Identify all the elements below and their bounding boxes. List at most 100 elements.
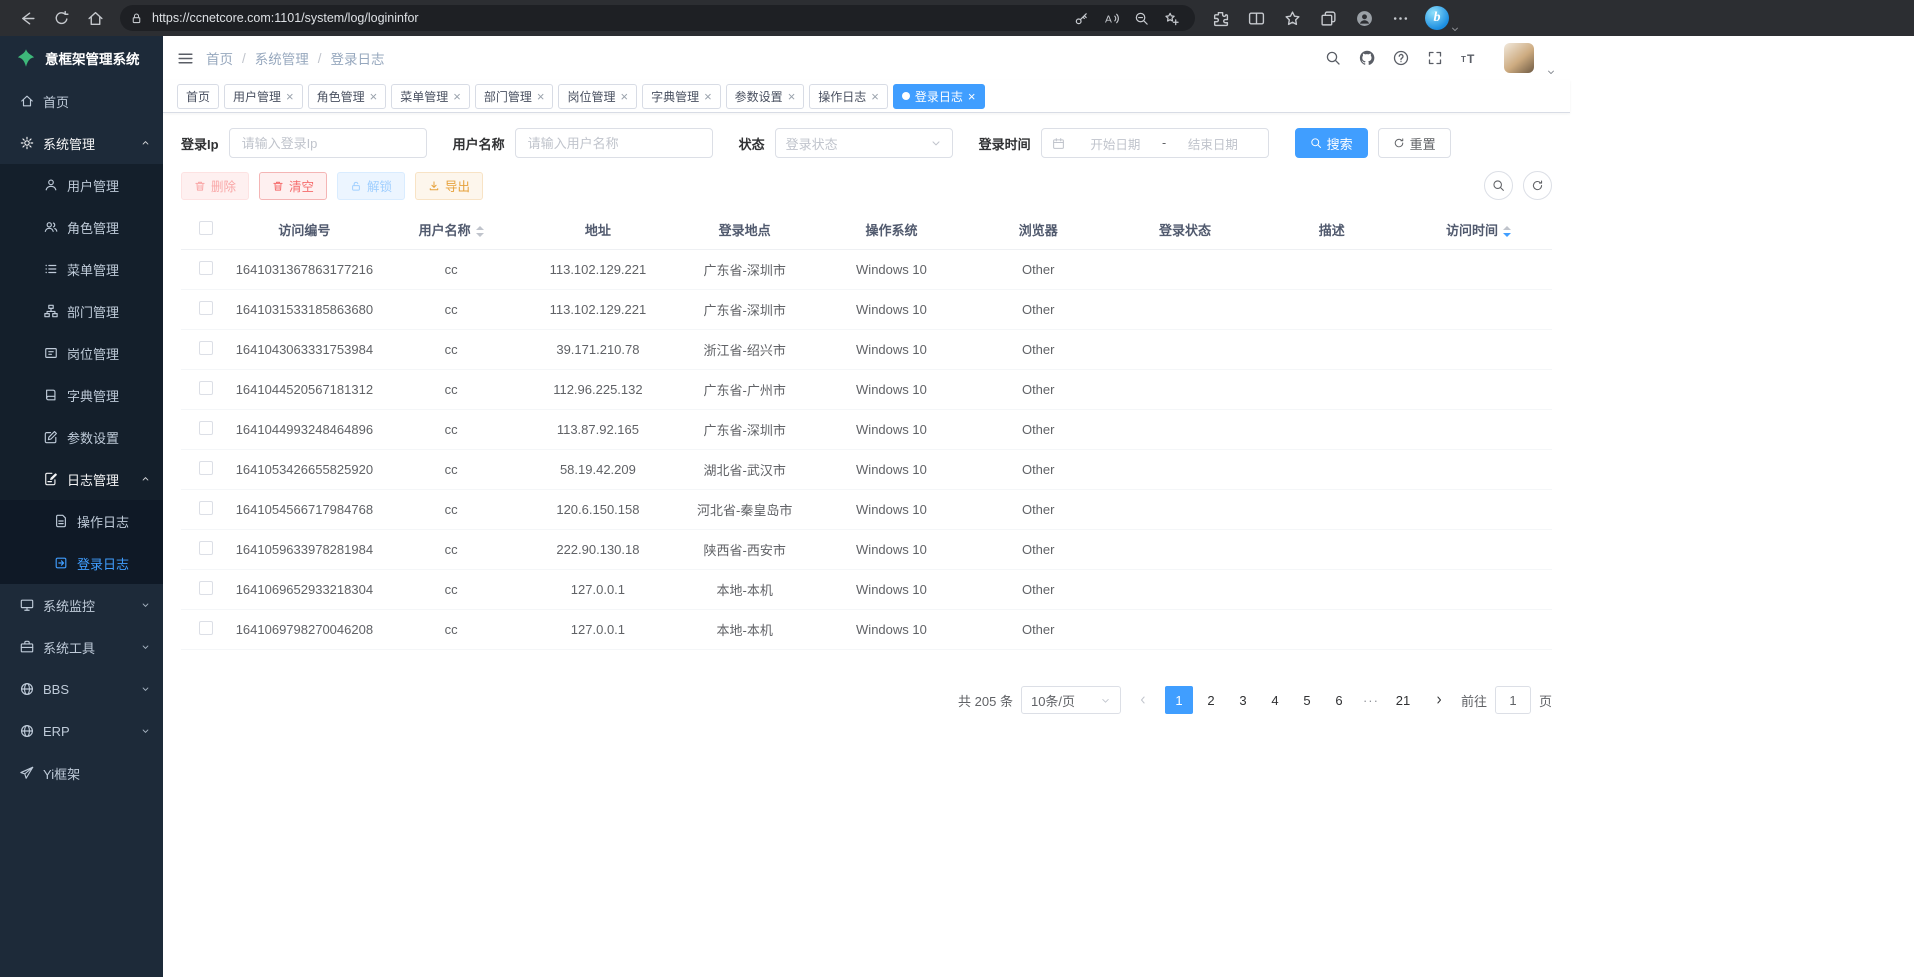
sidebar-item-log-management[interactable]: 日志管理 <box>0 458 163 500</box>
end-date-placeholder[interactable]: 结束日期 <box>1168 134 1257 153</box>
sort-icon[interactable] <box>476 226 484 237</box>
unlock-button[interactable]: 解锁 <box>337 172 405 200</box>
table-row[interactable]: 1641043063331753984cc39.171.210.78浙江省-绍兴… <box>181 330 1552 370</box>
row-checkbox[interactable] <box>199 581 213 595</box>
close-tab-icon[interactable]: × <box>620 90 628 103</box>
page-button-21[interactable]: 21 <box>1389 686 1417 714</box>
sidebar-item-bbs[interactable]: BBS <box>0 668 163 710</box>
prev-page-button[interactable] <box>1129 686 1157 714</box>
sidebar-item-post-management[interactable]: 岗位管理 <box>0 332 163 374</box>
tab-param-settings[interactable]: 参数设置× <box>726 84 805 109</box>
page-button-4[interactable]: 4 <box>1261 686 1289 714</box>
sidebar-item-user-management[interactable]: 用户管理 <box>0 164 163 206</box>
site-lock-icon[interactable] <box>130 12 143 25</box>
row-checkbox[interactable] <box>199 541 213 555</box>
page-button-3[interactable]: 3 <box>1229 686 1257 714</box>
close-tab-icon[interactable]: × <box>286 90 294 103</box>
page-size-select[interactable]: 10条/页 <box>1021 686 1121 714</box>
address-bar[interactable]: https://ccnetcore.com:1101/system/log/lo… <box>120 5 1195 31</box>
goto-page-input[interactable] <box>1495 686 1531 714</box>
hamburger-icon[interactable] <box>177 50 194 67</box>
delete-button[interactable]: 删除 <box>181 172 249 200</box>
breadcrumb-item-home[interactable]: 首页 <box>206 48 233 68</box>
login-ip-input[interactable] <box>229 128 427 158</box>
clear-button[interactable]: 清空 <box>259 172 327 200</box>
font-size-button[interactable]: TT <box>1454 43 1484 73</box>
extensions-button[interactable] <box>1203 3 1237 33</box>
row-checkbox[interactable] <box>199 261 213 275</box>
read-aloud-button[interactable]: A <box>1097 6 1125 30</box>
sidebar-item-param-settings[interactable]: 参数设置 <box>0 416 163 458</box>
table-row[interactable]: 1641054566717984768cc120.6.150.158河北省-秦皇… <box>181 490 1552 530</box>
refresh-table-button[interactable] <box>1523 171 1552 200</box>
search-button[interactable]: 搜索 <box>1295 128 1368 158</box>
zoom-out-button[interactable] <box>1127 6 1155 30</box>
sidebar-item-erp[interactable]: ERP <box>0 710 163 752</box>
table-row[interactable]: 1641044520567181312cc112.96.225.132广东省-广… <box>181 370 1552 410</box>
user-avatar[interactable] <box>1504 43 1534 73</box>
sidebar-item-system-management[interactable]: 系统管理 <box>0 122 163 164</box>
row-checkbox[interactable] <box>199 421 213 435</box>
tab-role-management[interactable]: 角色管理× <box>308 84 387 109</box>
table-row[interactable]: 1641059633978281984cc222.90.130.18陕西省-西安… <box>181 530 1552 570</box>
browser-profile-button[interactable] <box>1347 3 1381 33</box>
tab-user-management[interactable]: 用户管理× <box>224 84 303 109</box>
close-tab-icon[interactable]: × <box>453 90 461 103</box>
row-checkbox[interactable] <box>199 621 213 635</box>
close-tab-icon[interactable]: × <box>788 90 796 103</box>
tab-dept-management[interactable]: 部门管理× <box>475 84 554 109</box>
tab-home[interactable]: 首页 <box>177 84 219 109</box>
table-row[interactable]: 1641031367863177216cc113.102.129.221广东省-… <box>181 250 1552 290</box>
sidebar-item-dict-management[interactable]: 字典管理 <box>0 374 163 416</box>
fullscreen-button[interactable] <box>1420 43 1450 73</box>
key-button[interactable] <box>1067 6 1095 30</box>
sidebar-item-login-log[interactable]: 登录日志 <box>0 542 163 584</box>
tab-operation-log[interactable]: 操作日志× <box>809 84 888 109</box>
close-tab-icon[interactable]: × <box>370 90 378 103</box>
sidebar-item-operation-log[interactable]: 操作日志 <box>0 500 163 542</box>
next-page-button[interactable] <box>1425 686 1453 714</box>
page-button-5[interactable]: 5 <box>1293 686 1321 714</box>
sidebar-item-yi-framework[interactable]: Yi框架 <box>0 752 163 794</box>
github-button[interactable] <box>1352 43 1382 73</box>
tab-post-management[interactable]: 岗位管理× <box>558 84 637 109</box>
table-row[interactable]: 1641069652933218304cc127.0.0.1本地-本机Windo… <box>181 570 1552 610</box>
close-tab-icon[interactable]: × <box>871 90 879 103</box>
back-button[interactable] <box>10 3 44 33</box>
collections-button[interactable] <box>1311 3 1345 33</box>
close-tab-icon[interactable]: × <box>704 90 712 103</box>
login-time-range-picker[interactable]: 开始日期 - 结束日期 <box>1041 128 1269 158</box>
page-button-2[interactable]: 2 <box>1197 686 1225 714</box>
sidebar-item-role-management[interactable]: 角色管理 <box>0 206 163 248</box>
home-button[interactable] <box>78 3 112 33</box>
favorites-button[interactable] <box>1275 3 1309 33</box>
split-screen-button[interactable] <box>1239 3 1273 33</box>
bing-chevron-down-icon[interactable] <box>1450 24 1460 34</box>
export-button[interactable]: 导出 <box>415 172 483 200</box>
page-button-6[interactable]: 6 <box>1325 686 1353 714</box>
tab-login-log[interactable]: 登录日志× <box>893 84 985 109</box>
table-row[interactable]: 1641069798270046208cc127.0.0.1本地-本机Windo… <box>181 610 1552 650</box>
url-text[interactable]: https://ccnetcore.com:1101/system/log/lo… <box>152 11 1067 25</box>
tab-menu-management[interactable]: 菜单管理× <box>391 84 470 109</box>
pages-more-button[interactable]: ··· <box>1357 686 1385 714</box>
row-checkbox[interactable] <box>199 461 213 475</box>
sidebar-item-system-tools[interactable]: 系统工具 <box>0 626 163 668</box>
row-checkbox[interactable] <box>199 301 213 315</box>
tab-dict-management[interactable]: 字典管理× <box>642 84 721 109</box>
table-row[interactable]: 1641053426655825920cc58.19.42.209湖北省-武汉市… <box>181 450 1552 490</box>
sidebar-item-menu-management[interactable]: 菜单管理 <box>0 248 163 290</box>
table-row[interactable]: 1641044993248464896cc113.87.92.165广东省-深圳… <box>181 410 1552 450</box>
question-button[interactable] <box>1386 43 1416 73</box>
search-button[interactable] <box>1318 43 1348 73</box>
more-button[interactable] <box>1383 3 1417 33</box>
refresh-button[interactable] <box>44 3 78 33</box>
column-header-user-name[interactable]: 用户名称 <box>378 210 525 250</box>
user-name-input[interactable] <box>515 128 713 158</box>
bing-chat-button[interactable]: b <box>1425 6 1449 30</box>
column-header-visit-time[interactable]: 访问时间 <box>1405 210 1552 250</box>
row-checkbox[interactable] <box>199 501 213 515</box>
start-date-placeholder[interactable]: 开始日期 <box>1071 134 1160 153</box>
sidebar-item-dept-management[interactable]: 部门管理 <box>0 290 163 332</box>
select-all-checkbox[interactable] <box>199 221 213 235</box>
